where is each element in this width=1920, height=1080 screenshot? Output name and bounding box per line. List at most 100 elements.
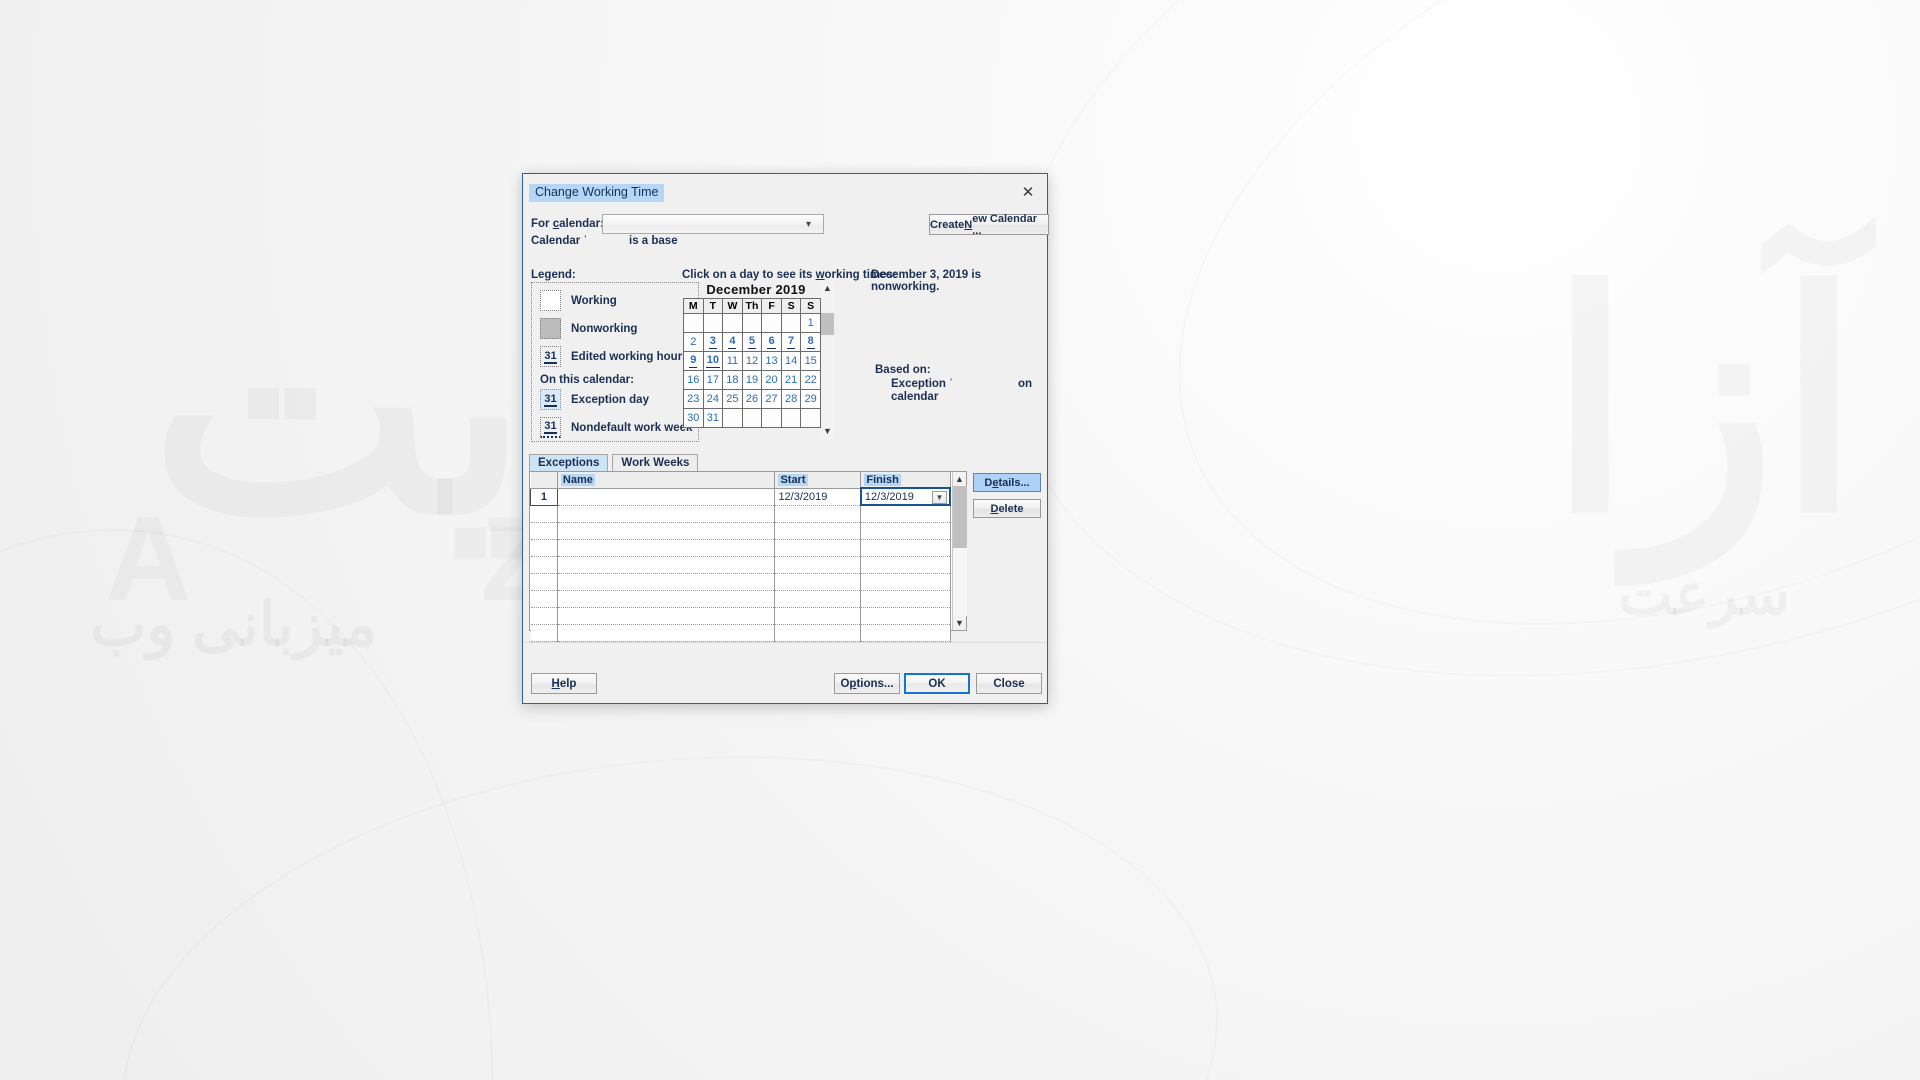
create-new-calendar-button[interactable]: Create New Calendar ... [929, 213, 1049, 237]
close-icon[interactable]: ✕ [1017, 182, 1039, 202]
chevron-down-icon[interactable]: ▼ [932, 491, 947, 503]
exception-start-cell[interactable] [774, 505, 862, 523]
table-row[interactable] [530, 590, 951, 608]
table-row[interactable] [530, 573, 951, 591]
exception-start-cell[interactable] [774, 607, 862, 625]
calendar-day-6[interactable]: 6 [761, 332, 782, 352]
calendar-day-1[interactable]: 1 [800, 313, 821, 333]
close-button[interactable]: Close [976, 673, 1042, 694]
table-row[interactable]: 1 12/3/2019 12/3/2019 ▼ [530, 487, 952, 506]
exception-name-cell[interactable] [557, 624, 776, 642]
exception-finish-cell[interactable] [860, 505, 951, 523]
exceptions-scrollbar[interactable]: ▲ ▼ [952, 472, 967, 630]
table-row[interactable] [530, 522, 951, 540]
calendar-day-21[interactable]: 21 [780, 370, 802, 390]
exception-finish-cell[interactable] [860, 522, 951, 540]
calendar-day-13[interactable]: 13 [761, 351, 782, 371]
exception-finish-cell[interactable] [860, 624, 951, 642]
calendar-day-2[interactable]: 2 [683, 332, 704, 352]
calendar-day-3[interactable]: 3 [702, 332, 724, 352]
calendar-day-8[interactable]: 8 [800, 332, 821, 352]
for-calendar-combobox[interactable]: ▾ [602, 214, 824, 234]
calendar-day-18[interactable]: 18 [722, 370, 743, 390]
calendar-day-9[interactable]: 9 [683, 351, 704, 371]
calendar-day-23[interactable]: 23 [683, 389, 704, 409]
ok-button[interactable]: OK [904, 673, 970, 694]
exception-name-cell[interactable] [557, 607, 776, 625]
chevron-down-icon[interactable]: ▼ [955, 616, 964, 630]
exception-name-cell[interactable] [557, 505, 776, 523]
calendar-day-31[interactable]: 31 [702, 408, 724, 428]
calendar-day-25[interactable]: 25 [722, 389, 743, 409]
exception-name-cell[interactable] [557, 539, 776, 557]
table-row[interactable] [530, 624, 951, 642]
calendar-day-29[interactable]: 29 [800, 389, 821, 409]
options-button[interactable]: Op tions... [834, 673, 900, 694]
exception-start-cell[interactable] [774, 539, 862, 557]
exception-name-cell[interactable] [557, 573, 776, 591]
calendar-day-28[interactable]: 28 [780, 389, 802, 409]
exception-start-cell[interactable] [774, 590, 862, 608]
exception-start-cell[interactable]: 12/3/2019 [774, 488, 862, 506]
calendar-day-20[interactable]: 20 [761, 370, 782, 390]
table-row[interactable] [530, 539, 951, 557]
exception-finish-cell[interactable] [860, 590, 951, 608]
exceptions-scroll-thumb[interactable] [952, 486, 967, 548]
calendar-day-15[interactable]: 15 [800, 351, 821, 371]
table-row[interactable] [530, 505, 951, 523]
calendar-day-14[interactable]: 14 [780, 351, 802, 371]
calendar-day-10[interactable]: 10 [702, 351, 724, 371]
calendar-day-27[interactable]: 27 [761, 389, 782, 409]
calendar-day-26[interactable]: 26 [741, 389, 763, 409]
calendar-day-5[interactable]: 5 [741, 332, 763, 352]
exception-finish-cell[interactable] [860, 607, 951, 625]
calendar-day-4[interactable]: 4 [722, 332, 743, 352]
calendar-day-22[interactable]: 22 [800, 370, 821, 390]
chevron-up-icon[interactable]: ▲ [823, 282, 832, 295]
calendar-day-19[interactable]: 19 [741, 370, 763, 390]
column-header-name[interactable]: Name [557, 472, 776, 489]
column-header-finish[interactable]: Finish [860, 472, 951, 489]
row-number-cell[interactable] [530, 556, 558, 574]
column-header-start[interactable]: Start [774, 472, 862, 489]
row-number-cell[interactable] [530, 573, 558, 591]
row-number-cell[interactable]: 1 [530, 487, 558, 506]
chevron-up-icon[interactable]: ▲ [955, 472, 964, 486]
details-button[interactable]: De tails... [973, 473, 1041, 492]
chevron-down-icon[interactable]: ▼ [823, 425, 832, 438]
exception-name-cell[interactable] [557, 590, 776, 608]
exception-start-cell[interactable] [774, 522, 862, 540]
exception-start-cell[interactable] [774, 556, 862, 574]
exception-name-cell[interactable] [557, 522, 776, 540]
calendar-scroll-thumb[interactable] [821, 313, 834, 335]
exception-name-cell[interactable] [557, 488, 776, 506]
calendar-day-11[interactable]: 11 [722, 351, 743, 371]
row-number-cell[interactable] [530, 539, 558, 557]
calendar-day-24[interactable]: 24 [702, 389, 724, 409]
delete-button[interactable]: Delete [973, 499, 1041, 518]
row-number-cell[interactable] [530, 624, 558, 642]
row-number-cell[interactable] [530, 522, 558, 540]
row-number-cell[interactable] [530, 505, 558, 523]
calendar-scroll-track[interactable] [821, 295, 834, 425]
exception-finish-cell[interactable] [860, 573, 951, 591]
calendar-day-16[interactable]: 16 [683, 370, 704, 390]
row-number-cell[interactable] [530, 590, 558, 608]
exception-finish-cell[interactable] [860, 556, 951, 574]
column-header-rownum[interactable] [530, 472, 558, 489]
exception-finish-cell[interactable] [860, 539, 951, 557]
exception-finish-cell[interactable]: 12/3/2019 ▼ [859, 487, 952, 506]
exception-name-cell[interactable] [557, 556, 776, 574]
calendar-day-17[interactable]: 17 [702, 370, 724, 390]
help-button[interactable]: Help [531, 673, 597, 694]
row-number-cell[interactable] [530, 607, 558, 625]
exception-start-cell[interactable] [774, 624, 862, 642]
exceptions-scroll-track[interactable] [952, 486, 967, 616]
exception-start-cell[interactable] [774, 573, 862, 591]
calendar-scrollbar[interactable]: ▲ ▼ [821, 282, 834, 438]
table-row[interactable] [530, 556, 951, 574]
calendar-day-30[interactable]: 30 [683, 408, 704, 428]
calendar-day-12[interactable]: 12 [741, 351, 763, 371]
table-row[interactable] [530, 607, 951, 625]
tab-exceptions[interactable]: Exceptions [529, 454, 609, 472]
